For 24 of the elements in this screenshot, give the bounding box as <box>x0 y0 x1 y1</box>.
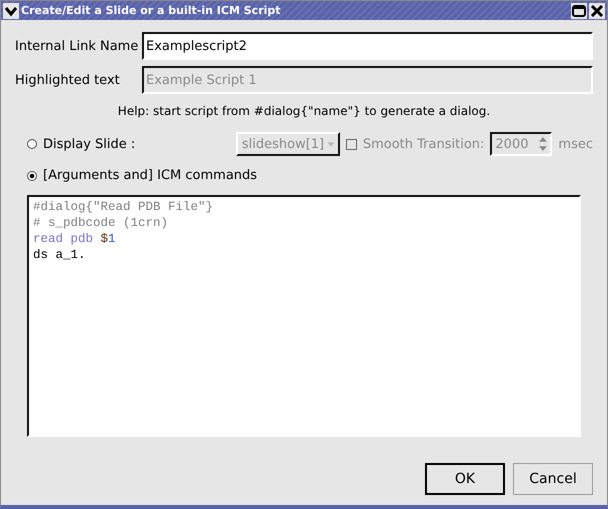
help-text: Help: start script from #dialog{"name"} to generate a dialog. <box>116 104 492 118</box>
code-text: 1 <box>108 232 116 246</box>
radio-button[interactable] <box>27 139 37 149</box>
script-editor[interactable]: #dialog{"Read PDB File"} # s_pdbcode (1crn) read pdb $1 ds a_1. <box>27 195 581 437</box>
maximize-icon[interactable] <box>571 2 587 18</box>
field-label: Internal Link Name <box>15 38 140 54</box>
dialog-button[interactable]: OK <box>425 463 505 495</box>
field-label: Highlighted text <box>15 72 121 88</box>
window-title: Create/Edit a Slide or a built-in ICM Script <box>21 4 281 17</box>
code-text: # s_pdbcode (1crn) <box>33 216 168 230</box>
dialog-button[interactable]: Cancel <box>513 463 593 495</box>
checkbox[interactable] <box>346 138 357 150</box>
radio-button[interactable] <box>27 170 37 180</box>
unit-label: msec <box>558 136 593 152</box>
checkbox-label: Smooth Transition: <box>362 136 484 152</box>
code-text: ds a_1. <box>33 248 86 262</box>
radio-label: Display Slide : <box>43 136 136 152</box>
code-text: #dialog{"Read PDB File"} <box>33 200 214 214</box>
code-text: read pdb <box>33 232 94 246</box>
menu-chevron-icon[interactable] <box>3 2 19 18</box>
radio-label: [Arguments and] ICM commands <box>43 168 258 183</box>
code-text: $ <box>100 232 108 246</box>
close-icon[interactable] <box>589 2 605 18</box>
text-field[interactable]: Examplescript2 <box>142 32 593 60</box>
